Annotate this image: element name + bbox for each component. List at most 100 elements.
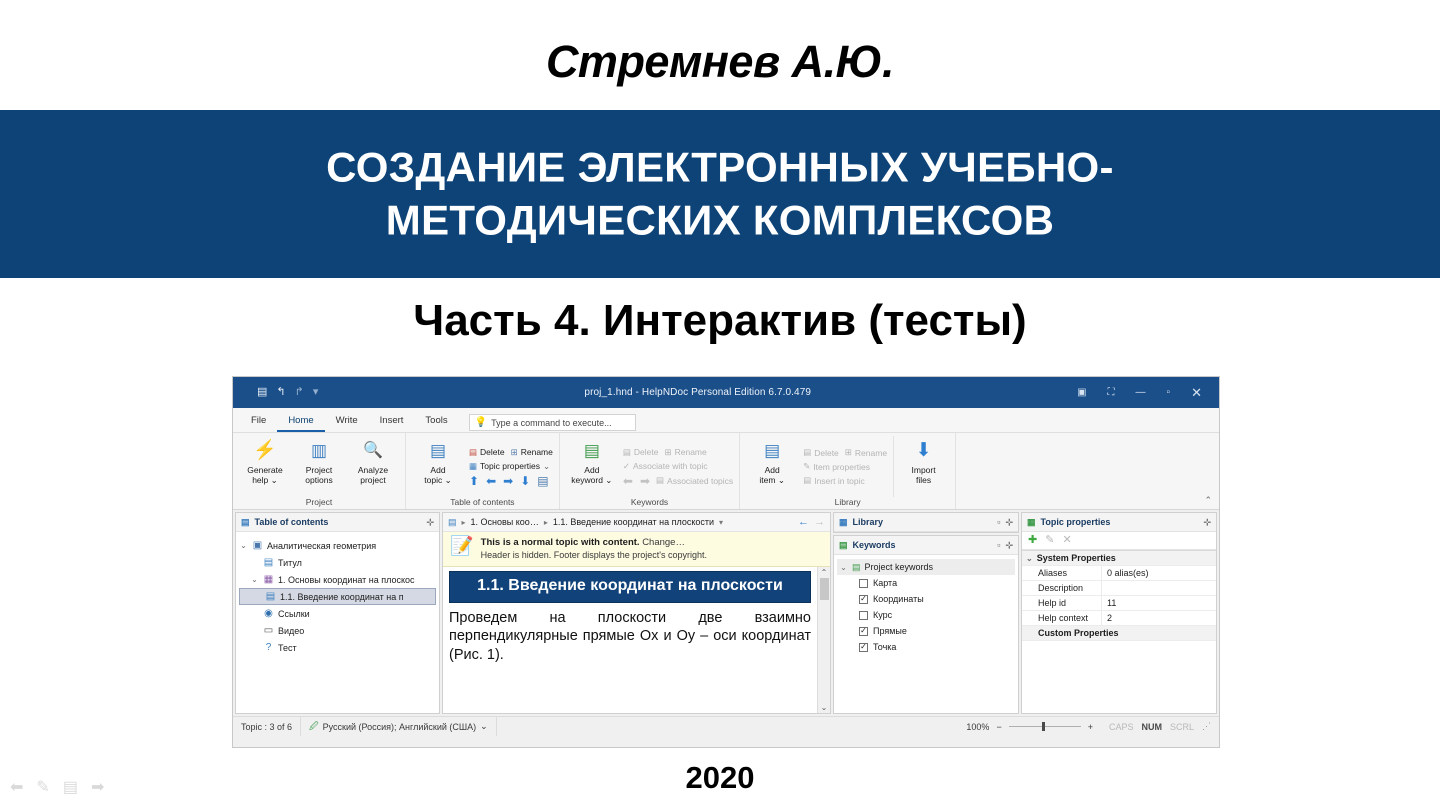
library-restore-icon[interactable]: ▫ xyxy=(997,517,1000,527)
associate-with-topic-button[interactable]: ✓ Associate with topic xyxy=(623,461,708,472)
zoom-out-button[interactable]: − xyxy=(996,722,1001,732)
import-files-button[interactable]: ⬇ Import files xyxy=(893,436,949,497)
document-view[interactable]: 1.1. Введение координат на плоскости Про… xyxy=(443,567,830,713)
analyze-project-button[interactable]: 🔍 Analyze project xyxy=(347,436,399,497)
property-value[interactable]: 0 alias(es) xyxy=(1102,568,1216,578)
toc-rename-button[interactable]: ⊞ Rename xyxy=(511,447,553,458)
properties-toolbar[interactable]: ✚ ✎ ✕ xyxy=(1022,532,1216,550)
property-value[interactable]: 2 xyxy=(1102,613,1216,623)
library-rename-button[interactable]: ⊞ Rename xyxy=(845,447,887,458)
property-row[interactable]: Help id 11 xyxy=(1022,596,1216,611)
keyword-rename-button[interactable]: ⊞ Rename xyxy=(664,447,706,458)
library-delete-button[interactable]: ▤ Delete xyxy=(803,447,839,458)
edit-property-button[interactable]: ✎ xyxy=(1045,535,1054,546)
keyword-item[interactable]: ✓ Прямые xyxy=(837,623,1015,639)
breadcrumb-crumb-2[interactable]: 1.1. Введение координат на плоскости xyxy=(553,517,714,527)
document-body[interactable]: 1.1. Введение координат на плоскости Про… xyxy=(443,567,817,713)
add-property-button[interactable]: ✚ xyxy=(1028,535,1037,546)
insert-in-topic-button[interactable]: ▤ Insert in topic xyxy=(803,475,865,486)
zoom-slider-knob[interactable] xyxy=(1041,722,1045,731)
twisty-icon[interactable]: ⌄ xyxy=(1026,554,1033,563)
quick-access-toolbar[interactable]: ▤ ↰ ↱ ▾ xyxy=(237,387,318,398)
keywords-pin-icon[interactable]: ⊹ xyxy=(1005,540,1013,551)
tab-home[interactable]: Home xyxy=(277,412,325,432)
command-search-input[interactable]: 💡 Type a command to execute... xyxy=(468,414,636,431)
library-pin-icon[interactable]: ⊹ xyxy=(1005,517,1013,528)
ribbon-display-options-icon[interactable]: ⛶ xyxy=(1108,387,1115,398)
keyword-item[interactable]: ✓ Точка xyxy=(837,639,1015,655)
document-scrollbar[interactable]: ⌃ ⌄ xyxy=(817,567,830,713)
chevron-down-icon[interactable]: ▾ xyxy=(719,518,723,527)
move-down-icon[interactable]: ⬇ xyxy=(520,475,530,487)
undo-icon[interactable]: ↰ xyxy=(276,387,285,398)
close-icon[interactable]: ✕ xyxy=(1191,386,1202,399)
tab-insert[interactable]: Insert xyxy=(369,412,415,432)
chevron-down-icon[interactable]: ⌄ xyxy=(480,721,488,732)
keywords-restore-icon[interactable]: ▫ xyxy=(997,540,1000,550)
breadcrumb-crumb-1[interactable]: 1. Основы коо… xyxy=(471,517,539,527)
toc-item-intro-selected[interactable]: ▤ 1.1. Введение координат на п xyxy=(239,588,436,605)
pen-icon[interactable]: ✎ xyxy=(36,780,49,796)
add-topic-button[interactable]: ▤ Add topic ⌄ xyxy=(412,436,464,497)
change-link[interactable]: Change… xyxy=(642,537,685,548)
move-left-icon[interactable]: ⬅ xyxy=(486,475,496,487)
property-row[interactable]: Help context 2 xyxy=(1022,611,1216,626)
ribbon-tabstrip[interactable]: File Home Write Insert Tools 💡 Type a co… xyxy=(233,408,1219,433)
back-arrow-icon[interactable]: ← xyxy=(798,516,809,528)
toc-item-root[interactable]: ⌄ ▣ Аналитическая геометрия xyxy=(239,537,436,554)
scroll-down-icon[interactable]: ⌄ xyxy=(821,703,828,712)
language-selector[interactable]: 🖉 Русский (Россия); Английский (США) ⌄ xyxy=(301,717,497,736)
redo-icon[interactable]: ↱ xyxy=(295,387,304,398)
add-keyword-button[interactable]: ▤ Add keyword ⌄ xyxy=(566,436,618,497)
save-icon[interactable]: ▤ xyxy=(257,387,267,398)
keyword-delete-button[interactable]: ▤ Delete xyxy=(623,447,659,458)
twisty-icon[interactable]: ⌄ xyxy=(239,541,248,550)
help-icon[interactable]: ▣ xyxy=(1077,387,1086,398)
twisty-icon[interactable]: ⌄ xyxy=(250,575,259,584)
window-controls[interactable]: ▣ ⛶ — ▫ ✕ xyxy=(1077,386,1215,399)
tab-tools[interactable]: Tools xyxy=(414,412,458,432)
keyword-item[interactable]: Курс xyxy=(837,607,1015,623)
custom-properties-group[interactable]: Custom Properties xyxy=(1022,626,1216,641)
slideshow-navigation[interactable]: ⬅ ✎ ▤ ➡ xyxy=(10,780,104,796)
resize-grip-icon[interactable]: ⋰ xyxy=(1202,721,1211,732)
property-row[interactable]: Description xyxy=(1022,581,1216,596)
zoom-slider[interactable] xyxy=(1008,722,1081,731)
property-row[interactable]: Aliases 0 alias(es) xyxy=(1022,566,1216,581)
topic-properties-button[interactable]: ▦ Topic properties ⌄ xyxy=(469,461,550,472)
chevron-down-icon[interactable]: ⌄ xyxy=(543,461,550,472)
prev-arrow-icon[interactable]: ⬅ xyxy=(10,780,23,796)
toc-pin-icon[interactable]: ⊹ xyxy=(426,517,434,528)
twisty-icon[interactable]: ⌄ xyxy=(839,563,848,572)
collapse-ribbon-icon[interactable]: ⌃ xyxy=(1204,495,1212,506)
keyword-item[interactable]: Карта xyxy=(837,575,1015,591)
toc-item-video[interactable]: ▭ Видео xyxy=(239,622,436,639)
property-value[interactable]: 11 xyxy=(1102,598,1216,608)
keywords-root-node[interactable]: ⌄ ▤ Project keywords xyxy=(837,559,1015,575)
keyword-checkbox[interactable]: ✓ xyxy=(859,626,868,636)
properties-pin-icon[interactable]: ⊹ xyxy=(1203,517,1211,528)
minimize-icon[interactable]: — xyxy=(1136,387,1146,398)
toc-item-test[interactable]: ? Тест xyxy=(239,639,436,656)
add-item-button[interactable]: ▤ Add item ⌄ xyxy=(746,436,798,497)
maximize-icon[interactable]: ▫ xyxy=(1167,387,1171,398)
keyword-checkbox[interactable]: ✓ xyxy=(859,594,868,604)
keyword-next-icon[interactable]: ➡ xyxy=(640,475,650,487)
scrollbar-thumb[interactable] xyxy=(819,578,829,600)
generate-help-button[interactable]: ⚡ Generate help ⌄ xyxy=(239,436,291,497)
next-arrow-icon[interactable]: ➡ xyxy=(91,780,104,796)
project-options-button[interactable]: ▥ Project options xyxy=(293,436,345,497)
forward-arrow-icon[interactable]: → xyxy=(814,516,825,528)
keyword-checkbox[interactable] xyxy=(859,610,868,620)
toc-move-arrows[interactable]: ⬆ ⬅ ➡ ⬇ ▤ xyxy=(469,475,553,487)
associated-topics-button[interactable]: ▤ Associated topics xyxy=(656,475,733,486)
move-right-icon[interactable]: ➡ xyxy=(503,475,513,487)
keyword-prev-icon[interactable]: ⬅ xyxy=(623,475,633,487)
move-up-icon[interactable]: ⬆ xyxy=(469,475,479,487)
ribbon-toolbar[interactable]: ⚡ Generate help ⌄ ▥ Project options 🔍 An… xyxy=(233,433,1219,510)
toc-tree[interactable]: ⌄ ▣ Аналитическая геометрия ▤ Титул ⌄ ▦ … xyxy=(236,532,439,661)
breadcrumb[interactable]: ▤ ▸ 1. Основы коо… ▸ 1.1. Введение коорд… xyxy=(443,513,830,532)
keywords-tree[interactable]: ⌄ ▤ Project keywords Карта ✓ Координаты xyxy=(834,555,1018,659)
tab-file[interactable]: File xyxy=(240,412,277,432)
toc-item-titul[interactable]: ▤ Титул xyxy=(239,554,436,571)
